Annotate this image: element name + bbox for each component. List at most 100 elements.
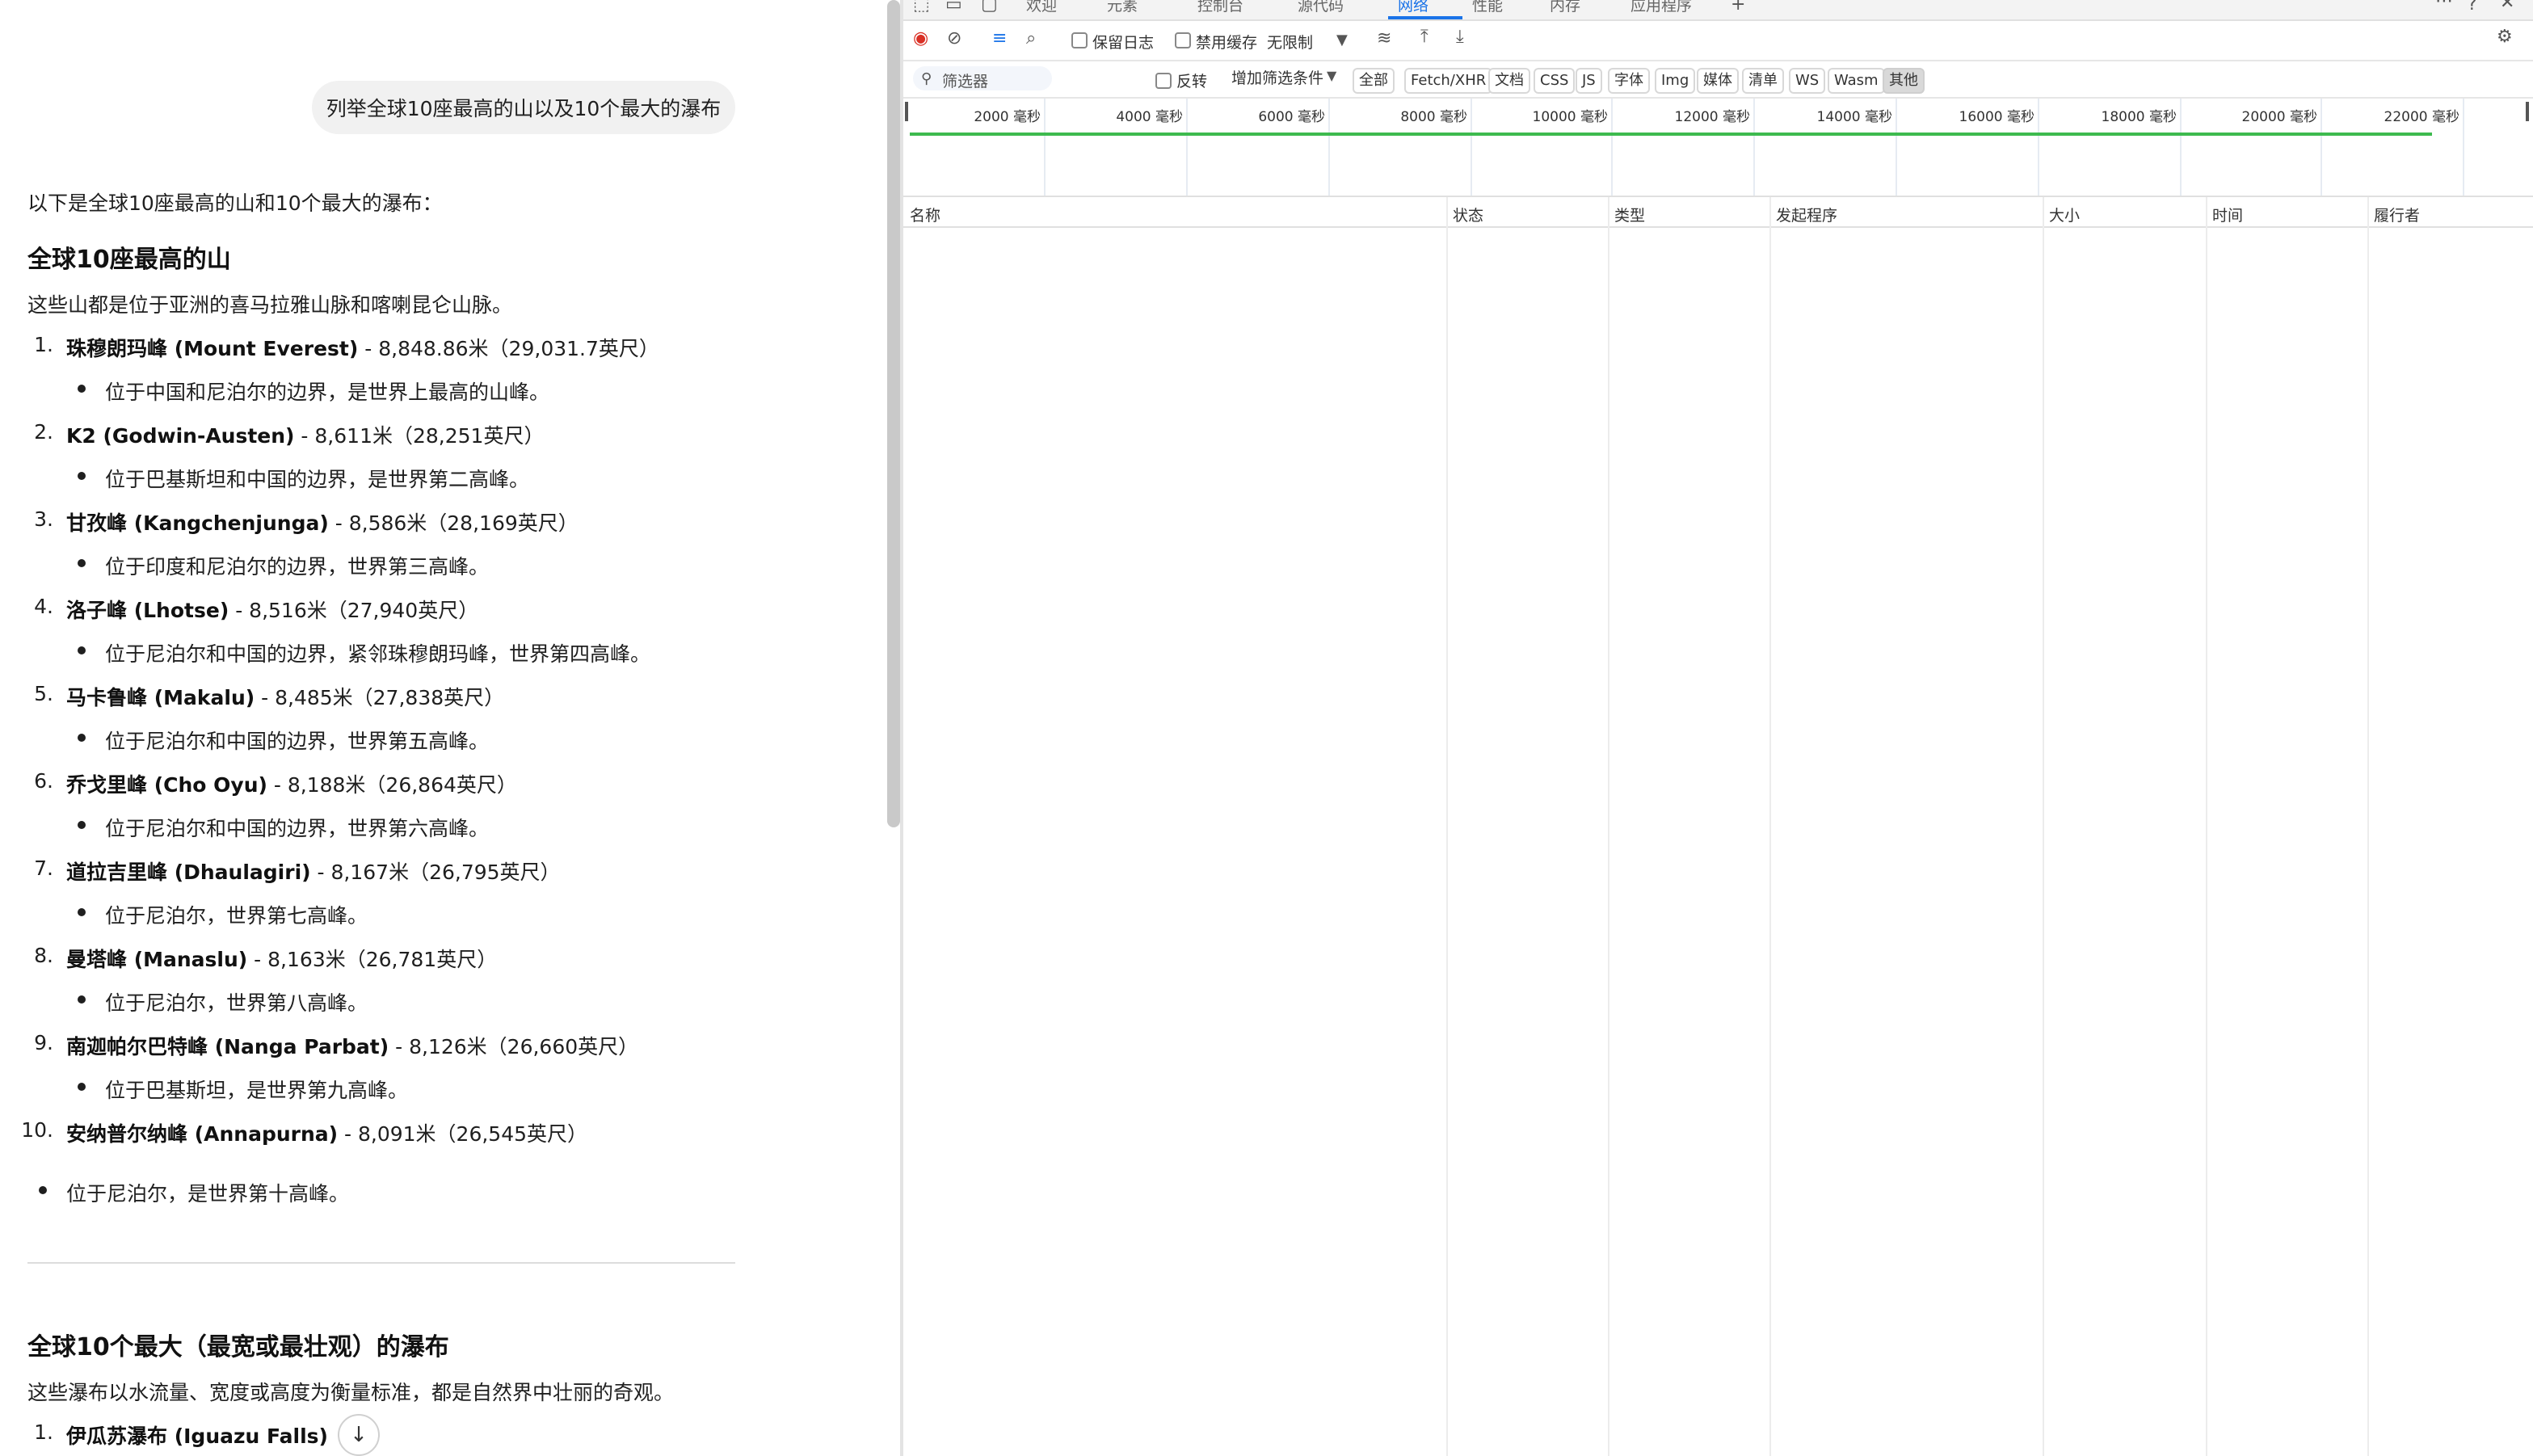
mountain-height: - 8,126米（26,660英尺） xyxy=(389,1035,639,1058)
throttle-select[interactable]: 无限制 xyxy=(1267,31,1313,53)
column-header-time[interactable]: 时间 xyxy=(2212,204,2243,225)
tab-memory[interactable]: 内存 xyxy=(1550,0,1580,16)
filter-input[interactable]: ⚲ 筛选器 xyxy=(913,66,1052,90)
type-filter-css[interactable]: CSS xyxy=(1534,68,1576,94)
more-filters-dropdown[interactable]: 增加筛选条件 xyxy=(1231,66,1323,88)
type-filter-doc[interactable]: 文档 xyxy=(1488,68,1530,94)
list-number: 10. xyxy=(21,1118,53,1142)
timeline-tick-label: 18000 毫秒 xyxy=(2101,109,2177,125)
mountain-height: - 8,485米（27,838英尺） xyxy=(255,686,505,709)
tab-sources[interactable]: 源代码 xyxy=(1298,0,1344,16)
invert-label: 反转 xyxy=(1176,73,1208,90)
type-filter-all[interactable]: 全部 xyxy=(1353,68,1395,94)
chevron-down-icon[interactable]: ▼ xyxy=(1327,66,1336,86)
request-table-header: 名称 状态 类型 发起程序 大小 时间 履行者 xyxy=(903,197,2533,228)
device-icon[interactable]: ▭ xyxy=(945,0,962,15)
bullet-icon xyxy=(78,1083,86,1091)
timeline-gridline xyxy=(1044,99,1046,196)
column-divider[interactable] xyxy=(1446,197,1448,1456)
list-item: 曼塔峰 (Manaslu) - 8,163米（26,781英尺） xyxy=(66,944,497,973)
more-options-icon[interactable]: ⋯ xyxy=(2435,0,2453,11)
invert-checkbox[interactable] xyxy=(1155,73,1172,89)
type-filter-ws[interactable]: WS xyxy=(1789,68,1826,94)
type-filter-fetch-xhr[interactable]: Fetch/XHR xyxy=(1404,68,1493,94)
mountain-height: - 8,586米（28,169英尺） xyxy=(328,511,579,535)
waterfalls-heading: 全球10个最大（最宽或最壮观）的瀑布 xyxy=(27,1333,449,1361)
disable-cache-checkbox[interactable] xyxy=(1175,32,1191,48)
list-number: 9. xyxy=(34,1031,53,1054)
type-filter-manifest[interactable]: 清单 xyxy=(1742,68,1784,94)
bullet-icon xyxy=(78,559,86,567)
column-divider[interactable] xyxy=(2206,197,2207,1456)
timeline-gridline xyxy=(2038,99,2039,196)
clear-icon[interactable]: ⊘ xyxy=(947,29,961,48)
tab-application[interactable]: 应用程序 xyxy=(1630,0,1692,16)
list-number: 4. xyxy=(34,595,53,618)
help-icon[interactable]: ? xyxy=(2468,0,2477,15)
column-header-initiator[interactable]: 发起程序 xyxy=(1776,204,1837,225)
mountain-height: - 8,091米（26,545英尺） xyxy=(338,1122,588,1146)
tab-elements[interactable]: 元素 xyxy=(1107,0,1138,16)
chevron-down-icon[interactable]: ▼ xyxy=(1336,31,1348,50)
mountain-name: 珠穆朗玛峰 (Mount Everest) xyxy=(66,337,359,360)
list-number: 7. xyxy=(34,856,53,880)
type-filter-img[interactable]: Img xyxy=(1655,68,1696,94)
list-item: 道拉吉里峰 (Dhaulagiri) - 8,167米（26,795英尺） xyxy=(66,856,561,886)
column-header-name[interactable]: 名称 xyxy=(910,204,940,225)
list-number: 5. xyxy=(34,682,53,705)
scroll-down-button[interactable]: ↓ xyxy=(338,1414,380,1456)
timeline-range-handle-left[interactable] xyxy=(905,102,908,121)
export-har-icon[interactable]: ⤓ xyxy=(1456,27,1464,47)
column-header-status[interactable]: 状态 xyxy=(1453,204,1483,225)
bullet-icon xyxy=(78,646,86,654)
network-overview-timeline[interactable]: 2000 毫秒 4000 毫秒 6000 毫秒 8000 毫秒 10000 毫秒… xyxy=(903,99,2533,197)
type-filter-other[interactable]: 其他 xyxy=(1883,68,1925,94)
mountain-name: 甘孜峰 (Kangchenjunga) xyxy=(66,511,329,535)
column-header-fulfilled-by[interactable]: 履行者 xyxy=(2374,204,2420,225)
mountain-note: 位于中国和尼泊尔的边界，是世界上最高的山峰。 xyxy=(105,381,550,404)
timeline-tick-label: 10000 毫秒 xyxy=(1532,109,1608,125)
search-icon[interactable]: ⌕ xyxy=(1026,29,1036,48)
dock-icon[interactable]: ▢ xyxy=(981,0,998,15)
tab-performance[interactable]: 性能 xyxy=(1472,0,1503,16)
preserve-log-checkbox[interactable] xyxy=(1071,32,1088,48)
filter-toggle-icon[interactable]: ≡ xyxy=(992,29,1007,48)
timeline-tick-label: 12000 毫秒 xyxy=(1674,109,1750,125)
column-divider[interactable] xyxy=(2367,197,2369,1456)
mountain-note: 位于尼泊尔，世界第八高峰。 xyxy=(105,991,368,1015)
record-icon[interactable]: ◉ xyxy=(913,29,928,48)
type-filter-wasm[interactable]: Wasm xyxy=(1828,68,1885,94)
close-icon[interactable]: ✕ xyxy=(2500,0,2514,13)
mountain-name: 马卡鲁峰 (Makalu) xyxy=(66,686,255,709)
timeline-tick-label: 2000 毫秒 xyxy=(974,109,1041,125)
tab-network[interactable]: 网络 xyxy=(1398,0,1428,16)
mountain-height: - 8,188米（26,864英尺） xyxy=(267,773,517,797)
import-har-icon[interactable]: ⤒ xyxy=(1420,27,1428,47)
column-divider[interactable] xyxy=(1769,197,1771,1456)
bullet-icon xyxy=(39,1186,47,1194)
timeline-range-handle-right[interactable] xyxy=(2526,102,2529,121)
column-divider[interactable] xyxy=(2043,197,2044,1456)
mountain-name: 洛子峰 (Lhotse) xyxy=(66,599,229,622)
more-tabs-icon[interactable]: + xyxy=(1731,0,1745,15)
tab-console[interactable]: 控制台 xyxy=(1197,0,1243,16)
mountain-note: 位于印度和尼泊尔的边界，世界第三高峰。 xyxy=(105,555,490,579)
disable-cache-label: 禁用缓存 xyxy=(1196,34,1258,52)
type-filter-media[interactable]: 媒体 xyxy=(1697,68,1739,94)
inspect-icon[interactable]: ⬚ xyxy=(913,0,930,15)
tab-welcome[interactable]: 欢迎 xyxy=(1026,0,1057,16)
gear-icon[interactable]: ⚙ xyxy=(2497,27,2513,47)
column-header-size[interactable]: 大小 xyxy=(2049,204,2080,225)
timeline-gridline xyxy=(1753,99,1755,196)
type-filter-js[interactable]: JS xyxy=(1576,68,1602,94)
chat-scrollbar[interactable] xyxy=(887,0,900,827)
column-divider[interactable] xyxy=(1608,197,1609,1456)
timeline-tick-label: 6000 毫秒 xyxy=(1258,109,1325,125)
network-conditions-icon[interactable]: ≋ xyxy=(1377,29,1391,48)
column-header-type[interactable]: 类型 xyxy=(1614,204,1645,225)
timeline-gridline xyxy=(1896,99,1897,196)
filter-placeholder: 筛选器 xyxy=(942,73,989,90)
type-filter-font[interactable]: 字体 xyxy=(1608,68,1650,94)
bullet-icon xyxy=(78,472,86,480)
mountain-name: 曼塔峰 (Manaslu) xyxy=(66,948,248,971)
